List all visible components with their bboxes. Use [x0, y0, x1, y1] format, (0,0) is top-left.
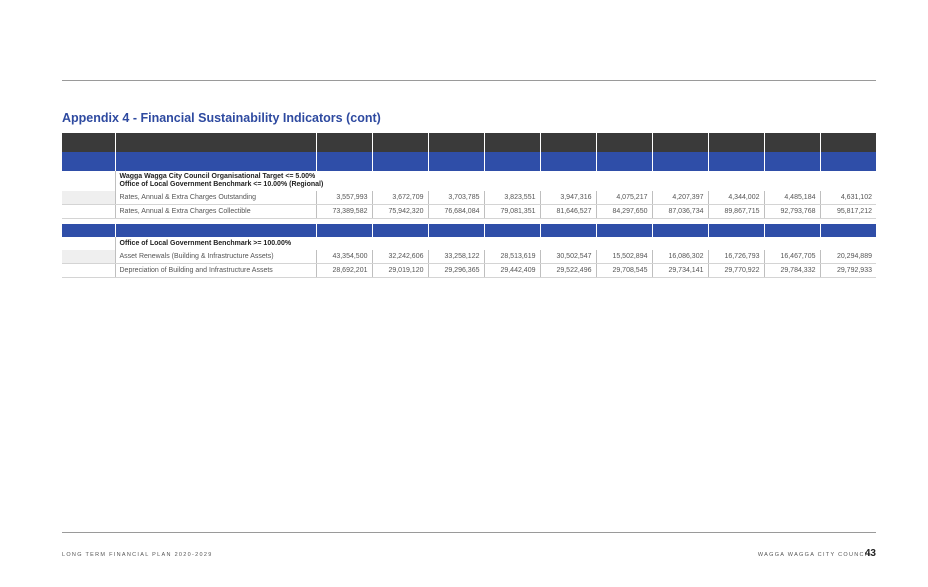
cell-value: 4,485,184	[763, 191, 820, 205]
cell-value: 29,770,922	[707, 263, 764, 278]
cell-value: 28,513,619	[483, 250, 540, 264]
page-title: Appendix 4 - Financial Sustainability In…	[62, 111, 381, 125]
table-row: Asset Renewals (Building & Infrastructur…	[62, 250, 876, 264]
bottom-divider	[62, 532, 876, 533]
cell-value: 20,294,889	[819, 250, 876, 264]
table-row: Depreciation of Building and Infrastruct…	[62, 263, 876, 278]
page-number: 43	[864, 548, 876, 559]
row-label: Rates, Annual & Extra Charges Collectibl…	[114, 204, 316, 219]
cell-value: 15,502,894	[595, 250, 652, 264]
cell-value: 4,344,002	[707, 191, 764, 205]
cell-value: 4,075,217	[595, 191, 652, 205]
cell-value: 30,502,547	[539, 250, 596, 264]
benchmark-text: Wagga Wagga City Council Organisational …	[114, 171, 876, 191]
olg-benchmark: Office of Local Government Benchmark <= …	[119, 181, 324, 188]
benchmark-row: Office of Local Government Benchmark >= …	[62, 237, 876, 250]
organisation-name: WAGGA WAGGA CITY COUNCIL	[757, 552, 872, 558]
cell-value: 29,734,141	[651, 263, 708, 278]
cell-value: 3,672,709	[371, 191, 428, 205]
cell-value: 3,947,316	[539, 191, 596, 205]
cell-value: 29,296,365	[427, 263, 484, 278]
cell-value: 29,784,332	[763, 263, 820, 278]
document-title: LONG TERM FINANCIAL PLAN 2020-2029	[62, 552, 213, 558]
row-label: Asset Renewals (Building & Infrastructur…	[114, 250, 316, 264]
olg-benchmark: Office of Local Government Benchmark >= …	[114, 237, 876, 250]
cell-value: 29,792,933	[819, 263, 876, 278]
cell-value: 95,817,212	[819, 204, 876, 219]
cell-value: 29,522,496	[539, 263, 596, 278]
cell-value: 33,258,122	[427, 250, 484, 264]
table-row: Rates, Annual & Extra Charges Collectibl…	[62, 204, 876, 219]
cell-value: 79,081,351	[483, 204, 540, 219]
cell-value: 73,389,582	[315, 204, 372, 219]
cell-value: 43,354,500	[315, 250, 372, 264]
section-band-blue	[62, 224, 876, 237]
header-band-dark	[62, 133, 876, 152]
row-label: Rates, Annual & Extra Charges Outstandin…	[114, 191, 316, 205]
cell-value: 87,036,734	[651, 204, 708, 219]
header-band-blue	[62, 152, 876, 171]
cell-value: 3,823,551	[483, 191, 540, 205]
cell-value: 89,867,715	[707, 204, 764, 219]
organisational-target: Wagga Wagga City Council Organisational …	[119, 173, 316, 180]
cell-value: 81,646,527	[539, 204, 596, 219]
cell-value: 75,942,320	[371, 204, 428, 219]
cell-value: 76,684,084	[427, 204, 484, 219]
table-row: Rates, Annual & Extra Charges Outstandin…	[62, 191, 876, 205]
cell-value: 29,708,545	[595, 263, 652, 278]
cell-value: 29,019,120	[371, 263, 428, 278]
row-label: Depreciation of Building and Infrastruct…	[114, 263, 316, 278]
cell-value: 4,631,102	[819, 191, 876, 205]
cell-value: 16,467,705	[763, 250, 820, 264]
cell-value: 16,086,302	[651, 250, 708, 264]
indicators-table: Wagga Wagga City Council Organisational …	[62, 133, 876, 278]
cell-value: 4,207,397	[651, 191, 708, 205]
cell-value: 3,703,785	[427, 191, 484, 205]
top-divider	[62, 80, 876, 81]
cell-value: 32,242,606	[371, 250, 428, 264]
cell-value: 92,793,768	[763, 204, 820, 219]
cell-value: 84,297,650	[595, 204, 652, 219]
cell-value: 28,692,201	[315, 263, 372, 278]
cell-value: 3,557,993	[315, 191, 372, 205]
benchmark-row: Wagga Wagga City Council Organisational …	[62, 171, 876, 191]
cell-value: 16,726,793	[707, 250, 764, 264]
cell-value: 29,442,409	[483, 263, 540, 278]
